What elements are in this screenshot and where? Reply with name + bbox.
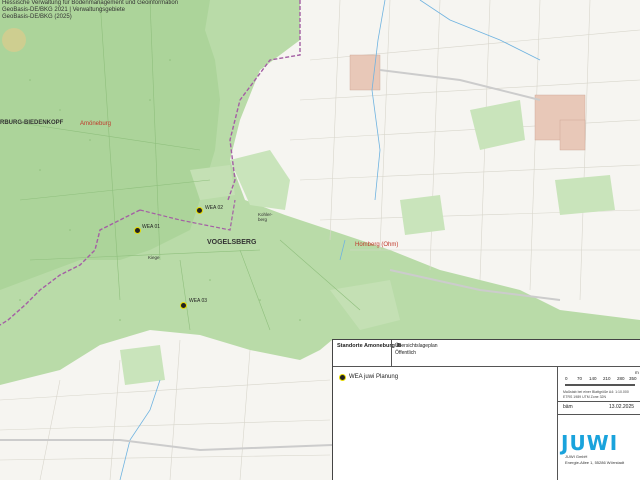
scale-bar — [565, 384, 635, 386]
turbine-icon[interactable] — [180, 302, 187, 309]
homberg-label: Homberg (Ohm) — [355, 242, 399, 248]
town-label: Amöneburg — [80, 121, 112, 127]
scale-label: 280 — [617, 376, 625, 381]
date-label: 13.02.2025 — [609, 404, 635, 410]
scale-label: 0 — [565, 376, 568, 381]
company-name: JUWI GmbH — [565, 454, 588, 459]
scale-note: Maßstab bei einer Blattgröße A4: 1:10.00… — [563, 390, 629, 394]
district-label: RBURG-BIEDENKOPF — [0, 120, 64, 126]
turbine-label: WEA 01 — [142, 224, 161, 230]
legend-panel: Standorte Amoneburg III Übersichtslagepl… — [332, 339, 640, 480]
kohlberg-label: Kohler-berg — [258, 212, 273, 222]
scale-label: 350 — [629, 376, 637, 381]
kiege-label: Kiege — [148, 255, 160, 260]
legend-entry: WEA juwi Planung — [349, 374, 399, 380]
turbine-label: WEA 02 — [205, 205, 224, 211]
legend-subtitle: Übersichtslageplan — [395, 343, 438, 349]
copyright-notice: Hessische Verwaltung für Bodenmanagement… — [2, 0, 178, 21]
divider — [557, 414, 640, 415]
company-address: Energie-Allee 1, 55286 Wörrstadt — [565, 460, 625, 465]
divider — [391, 340, 392, 366]
scale-label: 70 — [577, 376, 583, 381]
divider — [333, 366, 640, 367]
author-label: bäm — [563, 404, 573, 410]
turbine-label: WEA 03 — [189, 298, 208, 304]
projection-note: ETRS 1989 UTM Zone 32N — [563, 395, 606, 399]
copyright-line-1: Hessische Verwaltung für Bodenmanagement… — [2, 0, 179, 6]
copyright-line-2: GeoBasis-DE/BKG 2021 | Verwaltungsgebiet… — [2, 7, 125, 13]
scale-label: 210 — [603, 376, 611, 381]
scale-unit: m — [635, 370, 639, 375]
legend-subtitle: Öffentlich — [395, 350, 417, 356]
divider — [557, 366, 558, 480]
juwi-logo: JUWI — [561, 431, 619, 455]
scale-label: 140 — [589, 376, 597, 381]
divider — [557, 401, 640, 402]
turbine-icon — [339, 374, 346, 381]
copyright-line-3: GeoBasis-DE/BKG (2025) — [2, 14, 72, 20]
map-view[interactable]: Hessische Verwaltung für Bodenmanagement… — [0, 0, 640, 480]
vogelsberg-label: VOGELSBERG — [207, 239, 257, 246]
turbine-icon[interactable] — [134, 227, 141, 234]
turbine-icon[interactable] — [196, 207, 203, 214]
